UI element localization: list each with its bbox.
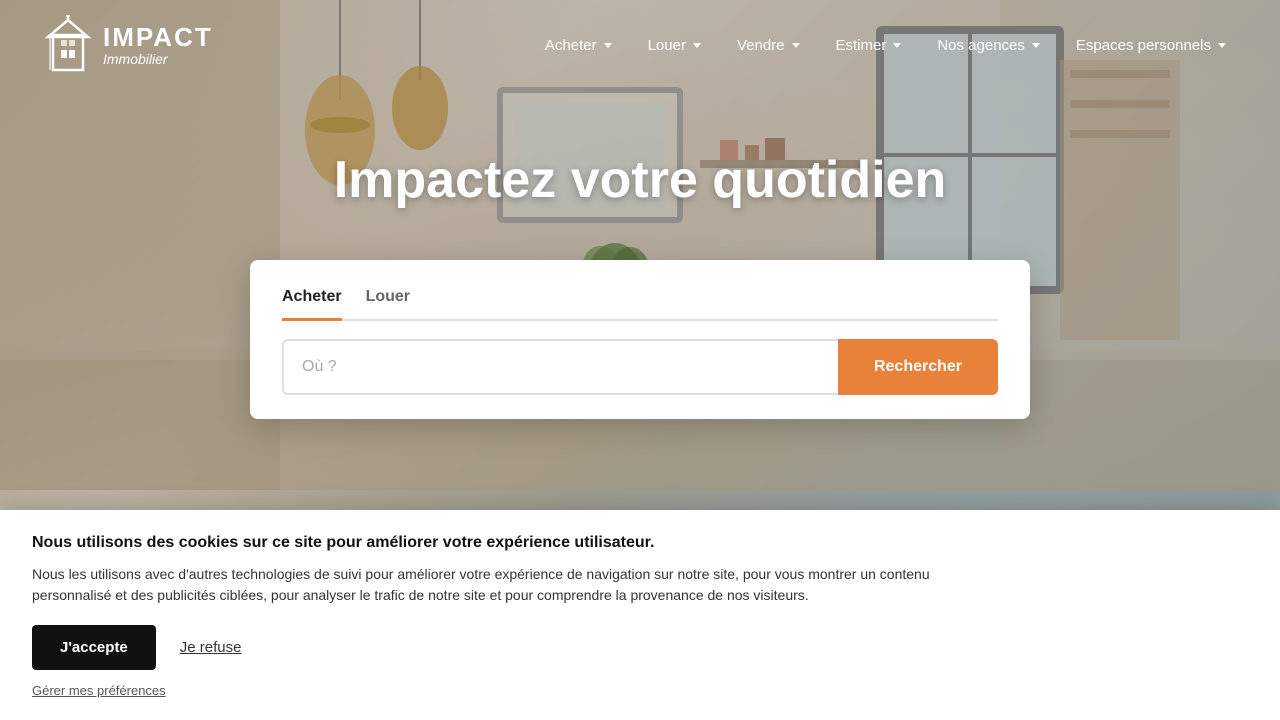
logo-brand-subtitle: Immobilier xyxy=(103,52,213,67)
accept-cookies-button[interactable]: J'accepte xyxy=(32,625,156,670)
nav-item-espaces[interactable]: Espaces personnels xyxy=(1062,29,1240,62)
cookie-banner: Nous utilisons des cookies sur ce site p… xyxy=(0,510,1280,720)
search-input[interactable] xyxy=(284,341,838,393)
chevron-down-icon xyxy=(1218,43,1226,48)
tab-acheter[interactable]: Acheter xyxy=(282,288,342,321)
hero-content: Impactez votre quotidien Acheter Louer R… xyxy=(0,90,1280,419)
cookie-title: Nous utilisons des cookies sur ce site p… xyxy=(32,534,1248,552)
logo[interactable]: IMPACT Immobilier xyxy=(40,13,213,78)
nav-item-estimer[interactable]: Estimer xyxy=(822,29,916,62)
manage-preferences-link[interactable]: Gérer mes préférences xyxy=(32,683,166,698)
logo-text: IMPACT Immobilier xyxy=(103,23,213,67)
search-tabs: Acheter Louer xyxy=(282,288,998,321)
nav-item-acheter[interactable]: Acheter xyxy=(531,29,626,62)
chevron-down-icon xyxy=(1032,43,1040,48)
chevron-down-icon xyxy=(792,43,800,48)
refuse-cookies-button[interactable]: Je refuse xyxy=(180,639,242,656)
hero-title: Impactez votre quotidien xyxy=(334,150,947,210)
chevron-down-icon xyxy=(893,43,901,48)
logo-brand-name: IMPACT xyxy=(103,23,213,52)
nav-item-agences[interactable]: Nos agences xyxy=(923,29,1054,62)
chevron-down-icon xyxy=(693,43,701,48)
nav-item-vendre[interactable]: Vendre xyxy=(723,29,814,62)
cookie-actions: J'accepte Je refuse xyxy=(32,625,1248,670)
logo-icon xyxy=(43,15,93,75)
nav-item-louer[interactable]: Louer xyxy=(634,29,715,62)
nav-links: Acheter Louer Vendre Estimer Nos agences… xyxy=(531,29,1240,62)
cookie-description: Nous les utilisons avec d'autres technol… xyxy=(32,564,992,607)
tab-louer[interactable]: Louer xyxy=(366,288,410,321)
search-input-wrap xyxy=(282,339,838,395)
search-button[interactable]: Rechercher xyxy=(838,339,998,395)
navbar: IMPACT Immobilier Acheter Louer Vendre E… xyxy=(0,0,1280,90)
search-section: Acheter Louer Rechercher xyxy=(250,260,1030,419)
chevron-down-icon xyxy=(604,43,612,48)
search-row: Rechercher xyxy=(282,339,998,395)
